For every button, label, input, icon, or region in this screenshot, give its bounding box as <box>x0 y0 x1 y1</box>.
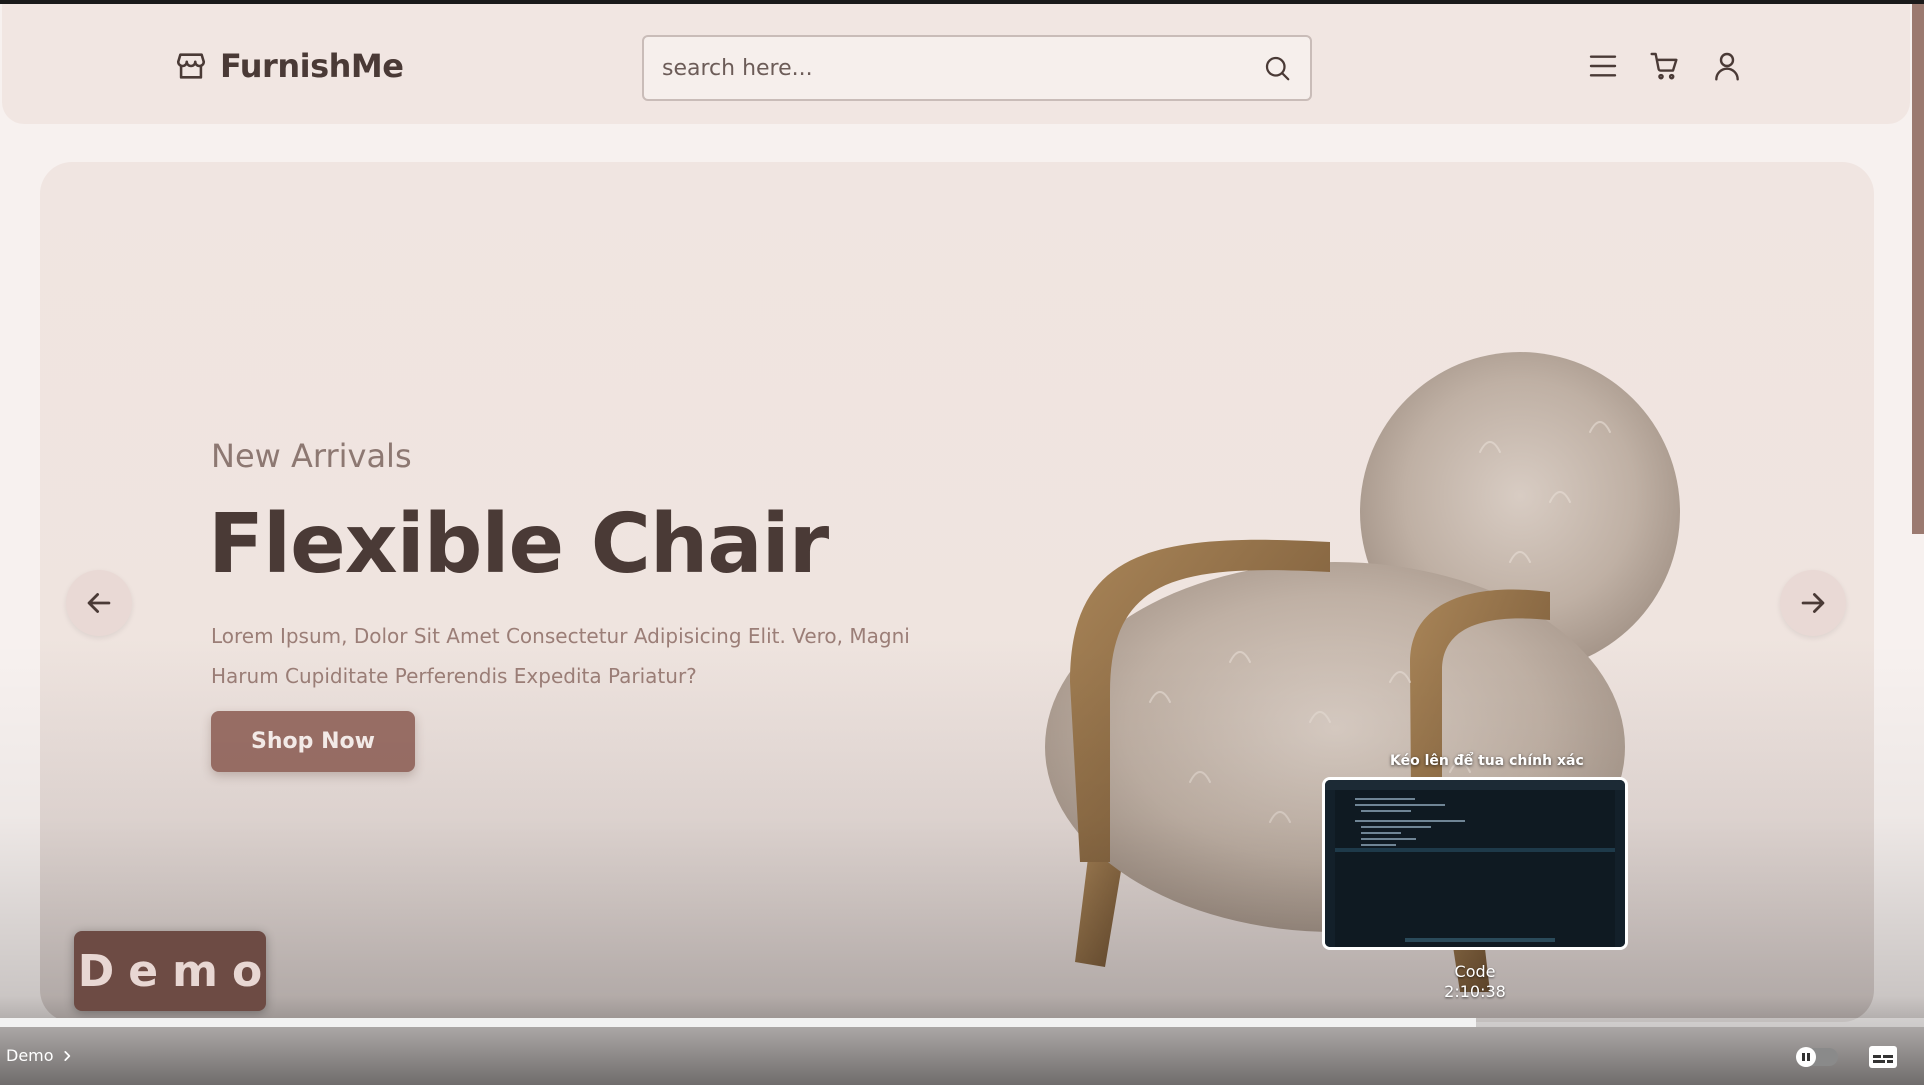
arrow-right-icon <box>1801 593 1825 613</box>
site-header: FurnishMe <box>2 4 1910 124</box>
shop-now-button[interactable]: Shop Now <box>211 711 415 772</box>
preview-chapter-title: Code <box>1454 962 1496 981</box>
brand-logo[interactable]: FurnishMe <box>174 47 404 85</box>
video-progress-fill[interactable] <box>0 1018 1476 1027</box>
page-scrollbar[interactable] <box>1912 4 1924 534</box>
brand-name: FurnishMe <box>220 47 404 85</box>
chapter-label: Demo <box>6 1046 54 1065</box>
search-box[interactable] <box>642 35 1312 101</box>
cart-icon[interactable] <box>1649 50 1681 82</box>
seek-hint: Kéo lên để tua chính xác <box>1390 753 1584 769</box>
subtitles-icon[interactable] <box>1868 1045 1898 1069</box>
hero-title: Flexible Chair <box>208 497 829 592</box>
demo-badge-text: Demo <box>77 945 277 997</box>
demo-badge: Demo <box>74 931 266 1011</box>
prev-slide-button[interactable] <box>66 570 132 636</box>
store-icon <box>176 53 206 79</box>
chevron-right-icon <box>63 1050 70 1061</box>
header-actions <box>1587 50 1743 82</box>
seek-preview-label: Code 2:10:38 <box>1322 962 1628 1002</box>
user-icon[interactable] <box>1711 50 1743 82</box>
next-slide-button[interactable] <box>1780 570 1846 636</box>
search-icon[interactable] <box>1262 53 1292 83</box>
hero-subtitle: New Arrivals <box>211 437 412 475</box>
pause-icon <box>1796 1047 1816 1067</box>
autoplay-toggle[interactable] <box>1796 1047 1838 1067</box>
chapter-button[interactable]: Demo <box>6 1046 74 1065</box>
preview-timestamp: 2:10:38 <box>1444 982 1506 1001</box>
video-control-bar: Demo <box>0 1030 1924 1085</box>
menu-icon[interactable] <box>1587 50 1619 82</box>
hero-description: Lorem Ipsum, Dolor Sit Amet Consectetur … <box>211 624 910 688</box>
search-input[interactable] <box>662 55 1262 81</box>
seek-preview-thumbnail <box>1322 777 1628 950</box>
arrow-left-icon <box>87 593 111 613</box>
code-editor-thumbnail <box>1325 780 1625 947</box>
